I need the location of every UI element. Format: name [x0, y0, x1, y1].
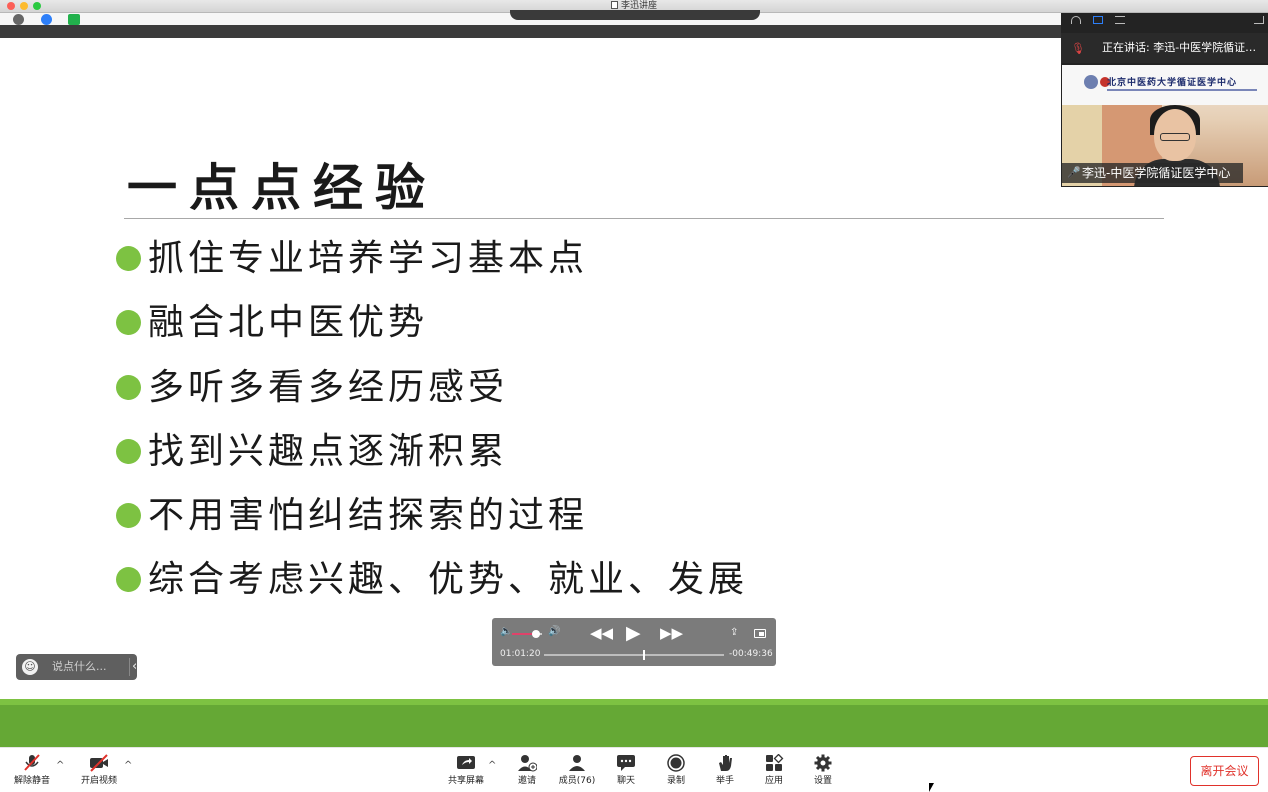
picture-in-picture-icon[interactable]	[754, 629, 766, 638]
chat-button[interactable]: 聊天	[600, 752, 652, 790]
volume-knob[interactable]	[532, 630, 540, 638]
apps-button[interactable]: 应用	[748, 752, 800, 790]
bullet-dot	[116, 503, 141, 528]
participants-button[interactable]: 成员(76)	[551, 752, 603, 790]
video-player-controls: 🔈 🔊 ◀◀ ▶ ▶▶ ⇪ 01:01:20 -00:49:36	[492, 618, 776, 666]
info-icon[interactable]	[13, 14, 24, 25]
slide-title: 一点点经验	[127, 158, 437, 217]
bullet-dot	[116, 375, 141, 400]
raise-hand-icon	[719, 755, 732, 771]
share-options-chevron-icon[interactable]: ^	[488, 760, 496, 771]
rewind-icon[interactable]: ◀◀	[590, 623, 613, 643]
video-panel-header	[1061, 13, 1268, 33]
bullet-dot	[116, 567, 141, 592]
participant-glasses	[1160, 133, 1190, 141]
remaining-time: -00:49:36	[729, 649, 773, 659]
bullet-dot	[116, 246, 141, 271]
video-banner-text: 北京中医药大学循证医学中心	[1107, 78, 1238, 88]
slide-divider	[124, 218, 1164, 219]
invite-button[interactable]: 邀请	[501, 752, 553, 790]
gear-icon	[814, 754, 832, 772]
speaker-view-icon[interactable]	[1093, 16, 1103, 24]
apps-icon	[766, 754, 784, 771]
volume-high-icon[interactable]: 🔊	[548, 626, 560, 637]
emoji-icon[interactable]: ☺	[22, 659, 38, 675]
elapsed-time: 01:01:20	[500, 649, 541, 659]
start-video-button[interactable]: 开启视频	[73, 752, 125, 790]
fast-forward-icon[interactable]: ▶▶	[660, 623, 683, 643]
settings-button[interactable]: 设置	[797, 752, 849, 790]
raise-hand-button[interactable]: 举手	[699, 752, 751, 790]
chat-icon	[617, 755, 635, 771]
chat-divider	[129, 658, 130, 676]
audio-options-chevron-icon[interactable]: ^	[56, 760, 64, 771]
video-off-icon	[90, 754, 108, 772]
video-background-banner: 北京中医药大学循证医学中心	[1062, 65, 1268, 105]
playback-scrubber[interactable]	[544, 650, 724, 660]
video-options-chevron-icon[interactable]: ^	[124, 760, 132, 771]
participant-name-tag: 🎤 李迅-中医学院循证医学中心	[1062, 163, 1243, 183]
security-shield-icon[interactable]	[41, 14, 52, 25]
volume-slider[interactable]	[512, 630, 542, 638]
collapse-chevron-icon[interactable]: ‹	[132, 654, 137, 680]
quick-chat-box[interactable]: ☺ 说点什么... ‹	[16, 654, 137, 680]
share-screen-icon	[457, 756, 475, 769]
playback-position-knob[interactable]	[642, 650, 645, 660]
document-icon	[610, 1, 618, 9]
muted-mic-icon: 🎙	[1071, 42, 1085, 55]
signal-bars-icon[interactable]	[68, 14, 80, 25]
share-icon[interactable]: ⇪	[730, 627, 738, 638]
record-button[interactable]: 录制	[650, 752, 702, 790]
leave-meeting-button[interactable]: 离开会议	[1190, 756, 1259, 786]
gallery-view-icon[interactable]	[1115, 16, 1125, 24]
video-banner-subtitle	[1107, 89, 1257, 91]
active-mic-icon: 🎤	[1067, 166, 1081, 179]
mouse-cursor-icon	[929, 783, 939, 792]
swap-view-icon[interactable]	[1254, 16, 1264, 24]
volume-low-icon[interactable]: 🔈	[500, 626, 512, 637]
video-panel: 🎙 正在讲话: 李迅-中医学院循证医... 北京中医药大学循证医学中心 🎤 李迅…	[1061, 13, 1268, 187]
muted-microphone-icon	[24, 754, 40, 771]
minimize-panel-icon[interactable]	[1071, 16, 1081, 24]
participants-icon	[569, 755, 585, 771]
unmute-button[interactable]: 解除静音	[6, 752, 58, 790]
play-icon[interactable]: ▶	[626, 623, 641, 643]
active-speaker-label: 正在讲话: 李迅-中医学院循证医...	[1102, 41, 1264, 54]
screen-share-status-pill[interactable]	[510, 10, 760, 20]
meeting-toolbar: 解除静音 ^ 开启视频 ^ 共享屏幕 ^ 邀请 成员(76) 聊天 录制 举手 …	[0, 747, 1268, 792]
bullet-dot	[116, 439, 141, 464]
add-user-icon	[518, 755, 537, 772]
chat-input-placeholder[interactable]: 说点什么...	[52, 654, 107, 680]
zoom-meeting-window: { "window": { "title": "李迅讲座" }, "slide"…	[0, 0, 1268, 792]
share-screen-button[interactable]: 共享屏幕	[440, 752, 492, 790]
active-speaker-bar: 🎙 正在讲话: 李迅-中医学院循证医...	[1061, 33, 1268, 63]
bullet-dot	[116, 310, 141, 335]
university-logo-icon	[1084, 75, 1098, 89]
slide-footer-band	[0, 705, 1268, 747]
record-icon	[667, 754, 685, 772]
